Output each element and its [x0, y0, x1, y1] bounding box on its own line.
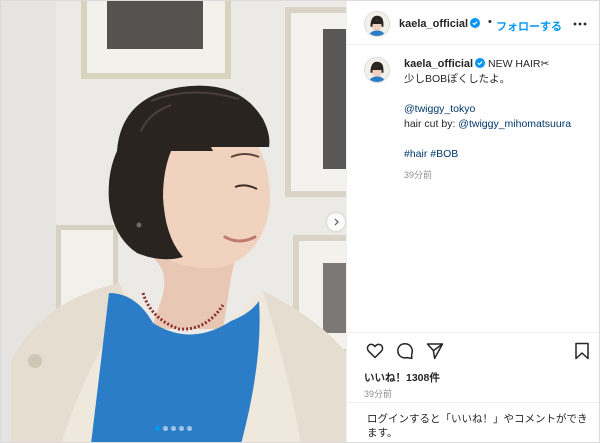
- haircut-prefix: hair cut by:: [404, 118, 459, 130]
- profile-avatar-image: [365, 12, 389, 36]
- verified-badge-icon: [470, 18, 481, 28]
- header-username[interactable]: kaela_official: [399, 18, 481, 30]
- verified-badge-icon: [475, 58, 486, 68]
- haircut-credit-line: hair cut by: @twiggy_mihomatsuura: [404, 117, 594, 132]
- post-caption: kaela_official NEW HAIR✂ 少しBOBぽくしたよ。 @tw…: [347, 45, 599, 332]
- post-photo[interactable]: [1, 1, 346, 442]
- photo-scene: [1, 1, 346, 442]
- caption-text: kaela_official NEW HAIR✂ 少しBOBぽくしたよ。 @tw…: [404, 57, 594, 183]
- carousel-next-button[interactable]: [327, 213, 345, 231]
- hashtag-bob[interactable]: #BOB: [430, 148, 458, 160]
- caption-gap: [404, 132, 594, 147]
- header-username-text[interactable]: kaela_official: [399, 18, 468, 30]
- caption-line2: 少しBOBぽくしたよ。: [404, 73, 511, 85]
- bookmark-icon[interactable]: [573, 342, 591, 360]
- send-icon[interactable]: [426, 342, 444, 360]
- caption-timestamp: 39分前: [404, 170, 433, 180]
- follow-button[interactable]: フォローする: [496, 18, 562, 34]
- action-bar: [347, 332, 599, 368]
- more-horizontal-icon[interactable]: [573, 17, 587, 31]
- likes-count[interactable]: いいね！1308件: [364, 370, 440, 385]
- caption-avatar[interactable]: [364, 57, 390, 83]
- carousel-dot: [187, 426, 192, 431]
- chevron-right-icon: [334, 218, 339, 226]
- login-prompt-text[interactable]: ログインすると「いいね！」やコメントができます。: [367, 412, 595, 440]
- login-prompt-bar: ログインすると「いいね！」やコメントができます。: [347, 402, 599, 442]
- hashtag-line: #hair #BOB: [404, 147, 594, 162]
- post-side-panel: kaela_official • フォローする kaela_official N…: [346, 1, 599, 442]
- header-separator: •: [488, 16, 492, 28]
- hashtag-hair[interactable]: #hair: [404, 148, 427, 160]
- caption-gap: [404, 87, 594, 102]
- mention-link-twiggy-tokyo[interactable]: @twiggy_tokyo: [404, 102, 594, 117]
- mention-link-twiggy-mihomatsuura[interactable]: @twiggy_mihomatsuura: [458, 118, 571, 130]
- carousel-dot: [179, 426, 184, 431]
- post-header: kaela_official • フォローする: [347, 1, 599, 45]
- comment-icon[interactable]: [396, 342, 414, 360]
- carousel-dot: [171, 426, 176, 431]
- carousel-indicator: [1, 426, 346, 431]
- caption-first-line: kaela_official NEW HAIR✂: [404, 57, 594, 72]
- carousel-dot: [163, 426, 168, 431]
- profile-avatar-image: [365, 58, 389, 82]
- post-timestamp: 39分前: [364, 389, 393, 399]
- heart-icon[interactable]: [366, 342, 384, 360]
- avatar[interactable]: [364, 11, 390, 37]
- caption-line1: NEW HAIR✂: [485, 58, 550, 70]
- caption-username[interactable]: kaela_official: [404, 58, 473, 70]
- instagram-post-embed: kaela_official • フォローする kaela_official N…: [0, 0, 600, 443]
- carousel-dot-active: [155, 426, 160, 431]
